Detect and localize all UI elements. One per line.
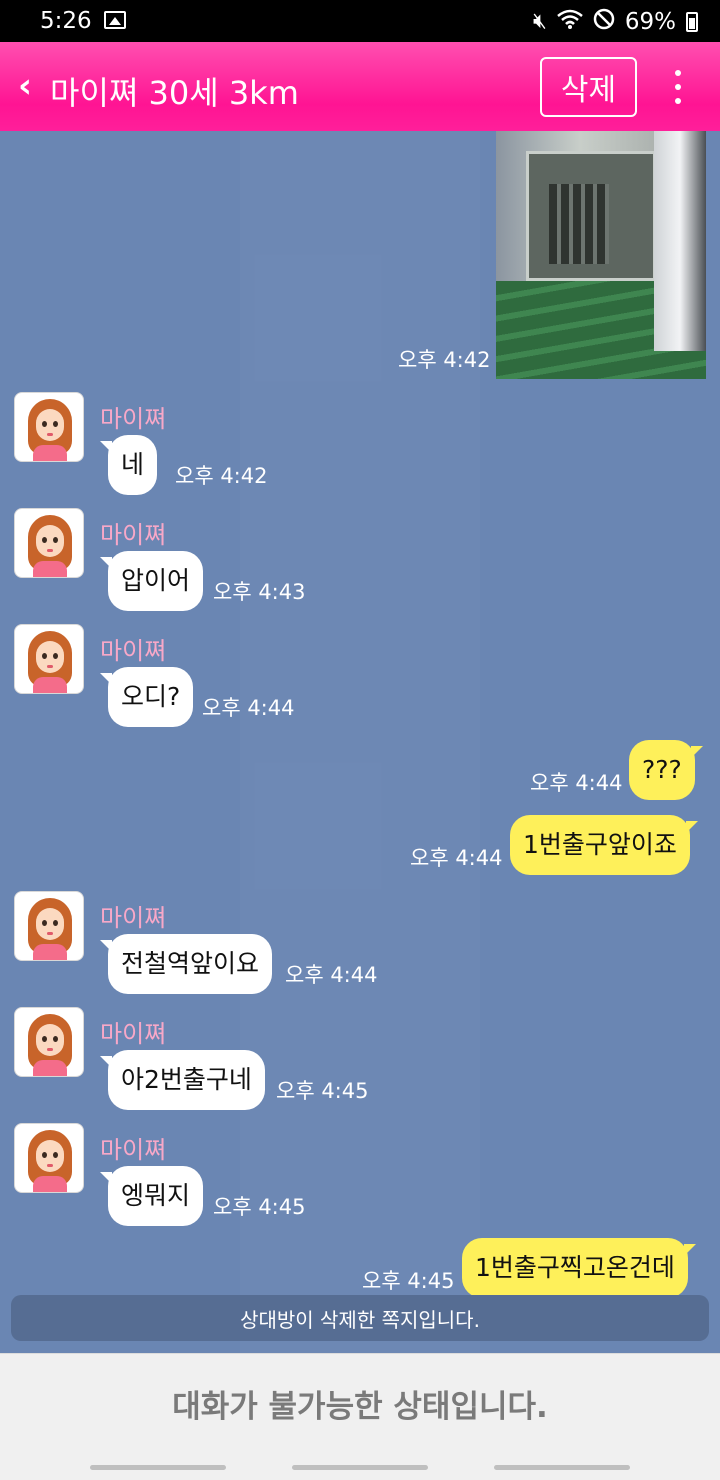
message-bubble[interactable]: 1번출구찍고온건데	[462, 1238, 696, 1298]
avatar[interactable]	[14, 1007, 84, 1077]
message-list[interactable]: 오후 4:42 마이쪄 네 오후 4:42 마이쪄 압이어 오후 4:43 마이…	[0, 131, 720, 1353]
message-time: 오후 4:44	[202, 696, 295, 720]
message-time: 오후 4:44	[530, 771, 623, 795]
message-time: 오후 4:45	[213, 1195, 306, 1219]
more-vert-icon[interactable]	[668, 70, 688, 104]
message-time: 오후 4:44	[285, 963, 378, 987]
message-bubble[interactable]: 전철역앞이요	[99, 934, 273, 994]
avatar[interactable]	[14, 1123, 84, 1193]
sender-name: 마이쪄	[100, 405, 167, 433]
chat-title: 마이쪄 30세 3km	[50, 74, 299, 112]
sender-name: 마이쪄	[100, 521, 167, 549]
message-time: 오후 4:42	[398, 348, 491, 372]
avatar[interactable]	[14, 508, 84, 578]
image-icon	[104, 11, 126, 29]
block-icon	[593, 8, 615, 36]
status-bar: 5:26 🔇︎ 69%	[0, 0, 720, 42]
sender-name: 마이쪄	[100, 1136, 167, 1164]
avatar[interactable]	[14, 891, 84, 961]
message-bubble[interactable]: 엥뭐지	[99, 1166, 204, 1226]
sender-name: 마이쪄	[100, 637, 167, 665]
avatar[interactable]	[14, 624, 84, 694]
message-time: 오후 4:45	[362, 1269, 455, 1293]
delete-button[interactable]: 삭제	[540, 57, 637, 117]
wifi-icon	[557, 8, 583, 36]
message-bubble[interactable]: 1번출구앞이죠	[510, 815, 698, 875]
chat-disabled-bar: 대화가 불가능한 상태입니다.	[0, 1353, 720, 1453]
message-time: 오후 4:43	[213, 580, 306, 604]
avatar[interactable]	[14, 392, 84, 462]
sender-name: 마이쪄	[100, 1020, 167, 1048]
status-time: 5:26	[40, 8, 92, 34]
message-bubble[interactable]: 네	[99, 435, 158, 495]
battery-icon	[686, 12, 698, 32]
message-time: 오후 4:44	[410, 846, 503, 870]
message-bubble[interactable]: ???	[629, 740, 703, 800]
chat-header: ‹ 마이쪄 30세 3km 삭제	[0, 42, 720, 131]
sender-name: 마이쪄	[100, 904, 167, 932]
nav-back-button[interactable]	[494, 1465, 630, 1470]
mute-icon: 🔇︎	[533, 9, 547, 34]
message-bubble[interactable]: 압이어	[99, 551, 204, 611]
chevron-left-icon[interactable]: ‹	[18, 66, 32, 106]
message-bubble[interactable]: 아2번출구네	[100, 1050, 265, 1110]
battery-percent: 69%	[624, 9, 676, 35]
navigation-bar	[0, 1453, 720, 1480]
nav-home-button[interactable]	[292, 1465, 428, 1470]
message-time: 오후 4:42	[175, 464, 268, 488]
message-image[interactable]	[496, 131, 706, 379]
message-bubble[interactable]: 오디?	[99, 667, 194, 727]
deleted-notice: 상대방이 삭제한 쪽지입니다.	[11, 1295, 709, 1341]
nav-recent-button[interactable]	[90, 1465, 226, 1470]
message-time: 오후 4:45	[276, 1079, 369, 1103]
status-icons: 🔇︎ 69%	[533, 8, 698, 36]
